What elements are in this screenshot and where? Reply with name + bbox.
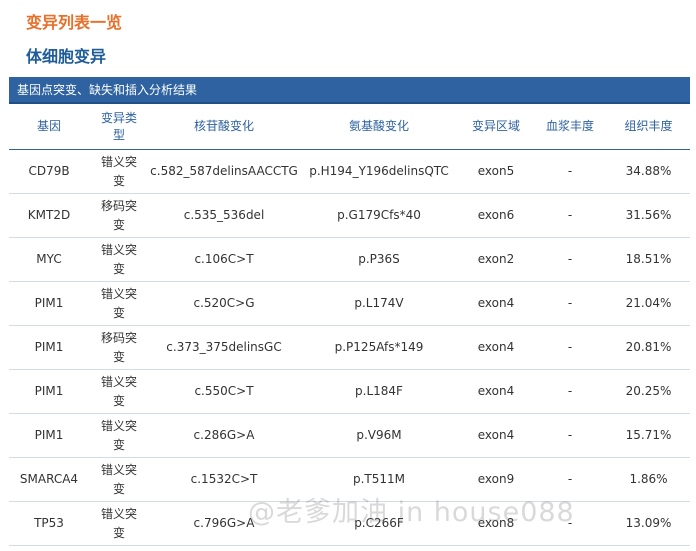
cell-gene: SMARCA4 [9, 457, 89, 502]
cell-variant-region: exon4 [459, 281, 533, 326]
cell-plasma-abundance: - [533, 325, 607, 370]
cell-gene: PIM1 [9, 369, 89, 414]
cell-plasma-abundance: - [533, 369, 607, 414]
table-header-row: 基因 变异类型核苷酸变化 氨基酸变化 变异区域 血浆丰度 组织丰度 [9, 104, 690, 150]
cell-variant-type: 错义突变 [89, 413, 149, 458]
cell-variant-region: exon4 [459, 369, 533, 414]
cell-tissue-abundance: 13.09% [607, 501, 690, 546]
table-row: PIM1 移码突变 c.373_375delinsGC p.P125Afs*149 ex… [9, 325, 690, 370]
cell-gene: PIM1 [9, 325, 89, 370]
cell-gene: PIM1 [9, 413, 89, 458]
cell-gene: KMT2D [9, 193, 89, 238]
cell-nucleotide-change: c.106C>T [149, 237, 299, 282]
cell-variant-region: exon5 [459, 149, 533, 194]
table-row: PIM1 错义突变 c.520C>G p.L174V exon4-21.04% [9, 281, 690, 326]
cell-variant-type: 移码突变 [89, 325, 149, 370]
cell-plasma-abundance: - [533, 149, 607, 194]
table-body: CD79B 错义突变 c.582_587delinsAACCTG p.H194_Y19… [9, 149, 690, 546]
cell-plasma-abundance: - [533, 501, 607, 546]
variant-table: 基因 变异类型核苷酸变化 氨基酸变化 变异区域 血浆丰度 组织丰度 CD79B 错义突变 c.… [9, 104, 690, 546]
cell-plasma-abundance: - [533, 281, 607, 326]
cell-plasma-abundance: - [533, 457, 607, 502]
header-tissue-abundance: 组织丰度 [607, 104, 690, 150]
cell-nucleotide-change: c.550C>T [149, 369, 299, 414]
cell-variant-type: 错义突变 [89, 281, 149, 326]
table-row: PIM1 错义突变 c.286G>A p.V96M exon4-15.71% [9, 413, 690, 458]
cell-gene: TP53 [9, 501, 89, 546]
cell-nucleotide-change: c.535_536del [149, 193, 299, 238]
cell-gene: PIM1 [9, 281, 89, 326]
cell-plasma-abundance: - [533, 413, 607, 458]
cell-amino-acid-change: p.H194_Y196delinsQTC [299, 149, 459, 194]
header-nucleotide-change: 核苷酸变化 [149, 104, 299, 150]
header-amino-acid-change: 氨基酸变化 [299, 104, 459, 150]
header-variant-type: 变异类型 [89, 104, 149, 150]
cell-variant-region: exon9 [459, 457, 533, 502]
table-row: CD79B 错义突变 c.582_587delinsAACCTG p.H194_Y19… [9, 149, 690, 194]
cell-nucleotide-change: c.373_375delinsGC [149, 325, 299, 370]
cell-variant-type: 错义突变 [89, 369, 149, 414]
cell-tissue-abundance: 31.56% [607, 193, 690, 238]
cell-nucleotide-change: c.520C>G [149, 281, 299, 326]
cell-variant-region: exon4 [459, 413, 533, 458]
page-title: 变异列表一览 [26, 13, 123, 32]
cell-tissue-abundance: 15.71% [607, 413, 690, 458]
cell-variant-type: 错义突变 [89, 457, 149, 502]
table-row: PIM1 错义突变 c.550C>T p.L184F exon4-20.25% [9, 369, 690, 414]
cell-variant-region: exon4 [459, 325, 533, 370]
table-row: MYC 错义突变 c.106C>T p.P36S exon2-18.51% [9, 237, 690, 282]
cell-variant-region: exon6 [459, 193, 533, 238]
header-gene: 基因 [9, 104, 89, 150]
cell-amino-acid-change: p.V96M [299, 413, 459, 458]
cell-tissue-abundance: 20.81% [607, 325, 690, 370]
cell-variant-type: 错义突变 [89, 149, 149, 194]
cell-gene: CD79B [9, 149, 89, 194]
cell-tissue-abundance: 34.88% [607, 149, 690, 194]
cell-variant-type: 错义突变 [89, 501, 149, 546]
cell-nucleotide-change: c.1532C>T [149, 457, 299, 502]
cell-gene: MYC [9, 237, 89, 282]
variant-table-section: 基因点突变、缺失和插入分析结果 基因 变异类型核苷酸变化 氨基酸变化 变异区域 血浆丰度… [9, 77, 690, 546]
cell-plasma-abundance: - [533, 193, 607, 238]
cell-nucleotide-change: c.286G>A [149, 413, 299, 458]
table-row: SMARCA4 错义突变 c.1532C>T p.T511M exon9-1.86% [9, 457, 690, 502]
table-caption: 基因点突变、缺失和插入分析结果 [9, 77, 690, 104]
header-variant-region: 变异区域 [459, 104, 533, 150]
header-plasma-abundance: 血浆丰度 [533, 104, 607, 150]
cell-amino-acid-change: p.L184F [299, 369, 459, 414]
cell-tissue-abundance: 20.25% [607, 369, 690, 414]
cell-nucleotide-change: c.582_587delinsAACCTG [149, 149, 299, 194]
cell-amino-acid-change: p.P125Afs*149 [299, 325, 459, 370]
table-row: KMT2D 移码突变 c.535_536del p.G179Cfs*40 exon6-3… [9, 193, 690, 238]
section-title: 体细胞变异 [26, 47, 107, 66]
cell-amino-acid-change: p.C266F [299, 501, 459, 546]
cell-nucleotide-change: c.796G>A [149, 501, 299, 546]
cell-variant-type: 错义突变 [89, 237, 149, 282]
cell-variant-region: exon8 [459, 501, 533, 546]
cell-tissue-abundance: 18.51% [607, 237, 690, 282]
cell-variant-type: 移码突变 [89, 193, 149, 238]
cell-amino-acid-change: p.L174V [299, 281, 459, 326]
cell-amino-acid-change: p.T511M [299, 457, 459, 502]
cell-plasma-abundance: - [533, 237, 607, 282]
table-row: TP53 错义突变 c.796G>A p.C266F exon8-13.09% [9, 501, 690, 546]
cell-variant-region: exon2 [459, 237, 533, 282]
cell-amino-acid-change: p.G179Cfs*40 [299, 193, 459, 238]
cell-tissue-abundance: 21.04% [607, 281, 690, 326]
cell-tissue-abundance: 1.86% [607, 457, 690, 502]
cell-amino-acid-change: p.P36S [299, 237, 459, 282]
